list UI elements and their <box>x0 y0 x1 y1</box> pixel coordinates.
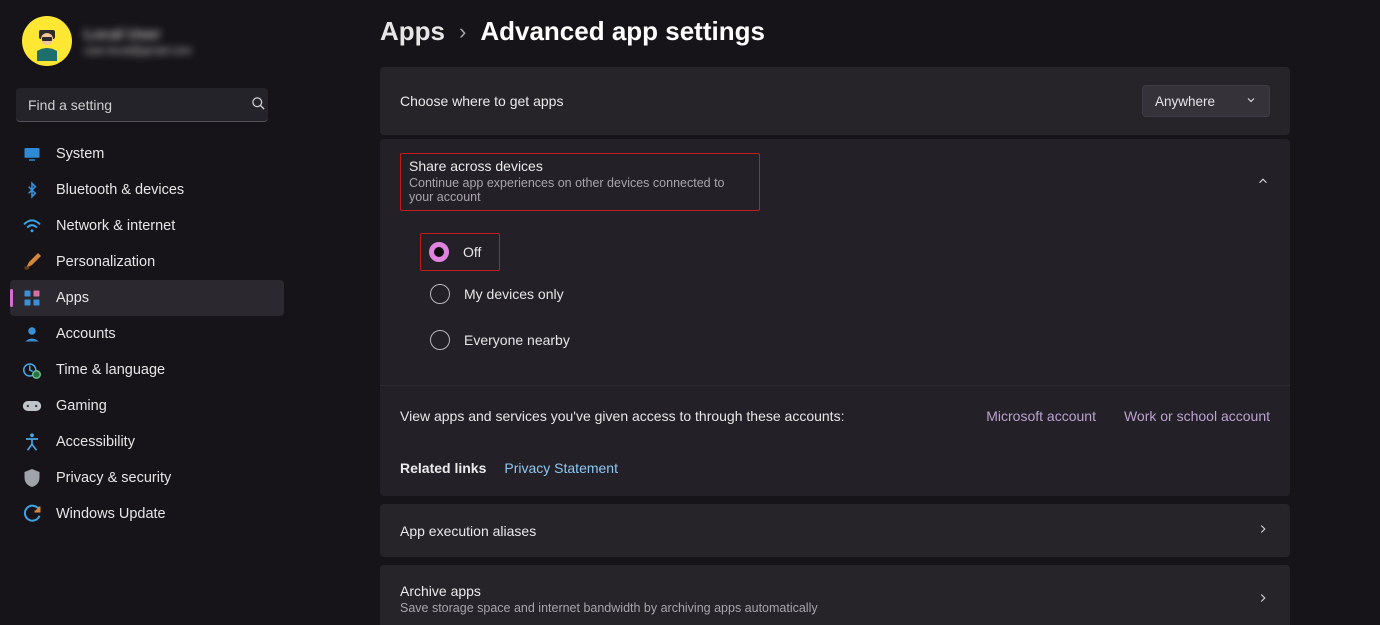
sidebar-nav: System Bluetooth & devices Network & int… <box>10 136 284 532</box>
sidebar-item-label: Time & language <box>56 362 165 378</box>
chevron-up-icon <box>1256 174 1270 191</box>
share-option-my-devices[interactable]: My devices only <box>420 271 1290 317</box>
dropdown-value: Anywhere <box>1155 94 1215 109</box>
share-option-everyone[interactable]: Everyone nearby <box>420 317 1290 363</box>
chevron-right-icon <box>1256 522 1270 539</box>
update-icon <box>22 504 42 524</box>
sidebar-item-bluetooth[interactable]: Bluetooth & devices <box>10 172 284 208</box>
shield-icon <box>22 468 42 488</box>
microsoft-account-link[interactable]: Microsoft account <box>986 408 1096 424</box>
sidebar-item-accessibility[interactable]: Accessibility <box>10 424 284 460</box>
related-links-row: Related links Privacy Statement <box>380 446 1290 496</box>
share-title: Share across devices <box>409 158 751 174</box>
related-label: Related links <box>400 460 486 476</box>
accessibility-icon <box>22 432 42 452</box>
user-name: Local User <box>84 26 192 43</box>
sidebar-item-privacy[interactable]: Privacy & security <box>10 460 284 496</box>
sidebar-item-label: Apps <box>56 290 89 306</box>
share-expander-header[interactable]: Share across devices Continue app experi… <box>380 139 1290 225</box>
sidebar-item-label: Accessibility <box>56 434 135 450</box>
avatar <box>22 16 72 66</box>
app-execution-aliases-card[interactable]: App execution aliases <box>380 504 1290 557</box>
sidebar-item-label: Network & internet <box>56 218 175 234</box>
wifi-icon <box>22 216 42 236</box>
archive-desc: Save storage space and internet bandwidt… <box>400 601 1256 615</box>
user-email: user.local@gmail.com <box>84 45 192 57</box>
user-block[interactable]: Local User user.local@gmail.com <box>16 10 284 84</box>
share-desc: Continue app experiences on other device… <box>409 176 751 204</box>
breadcrumb: Apps › Advanced app settings <box>380 16 1290 47</box>
access-row: View apps and services you've given acce… <box>380 385 1290 446</box>
chevron-down-icon <box>1245 94 1257 109</box>
radio-icon <box>429 242 449 262</box>
breadcrumb-root[interactable]: Apps <box>380 16 445 47</box>
settings-sidebar: Local User user.local@gmail.com System B… <box>0 0 300 625</box>
apps-icon <box>22 288 42 308</box>
aliases-title: App execution aliases <box>400 523 1256 539</box>
search-input[interactable] <box>16 88 268 122</box>
archive-apps-card[interactable]: Archive apps Save storage space and inte… <box>380 565 1290 625</box>
sidebar-item-personalization[interactable]: Personalization <box>10 244 284 280</box>
privacy-statement-link[interactable]: Privacy Statement <box>504 460 618 476</box>
sidebar-item-accounts[interactable]: Accounts <box>10 316 284 352</box>
radio-label: Everyone nearby <box>464 332 570 348</box>
sidebar-item-label: System <box>56 146 104 162</box>
content-area: Apps › Advanced app settings Choose wher… <box>300 0 1380 625</box>
radio-label: My devices only <box>464 286 564 302</box>
sidebar-item-label: Accounts <box>56 326 116 342</box>
clock-globe-icon <box>22 360 42 380</box>
sidebar-item-label: Privacy & security <box>56 470 171 486</box>
sidebar-item-label: Personalization <box>56 254 155 270</box>
display-icon <box>22 144 42 164</box>
chevron-right-icon: › <box>459 19 466 45</box>
work-school-account-link[interactable]: Work or school account <box>1124 408 1270 424</box>
gamepad-icon <box>22 396 42 416</box>
sidebar-item-label: Gaming <box>56 398 107 414</box>
sidebar-item-label: Windows Update <box>56 506 166 522</box>
share-across-devices-card: Share across devices Continue app experi… <box>380 139 1290 496</box>
app-source-dropdown[interactable]: Anywhere <box>1142 85 1270 117</box>
sidebar-item-network[interactable]: Network & internet <box>10 208 284 244</box>
share-option-off[interactable]: Off <box>420 233 500 271</box>
sidebar-item-system[interactable]: System <box>10 136 284 172</box>
sidebar-item-time-language[interactable]: Time & language <box>10 352 284 388</box>
sidebar-item-gaming[interactable]: Gaming <box>10 388 284 424</box>
app-source-title: Choose where to get apps <box>400 93 1126 109</box>
brush-icon <box>22 252 42 272</box>
sidebar-item-update[interactable]: Windows Update <box>10 496 284 532</box>
search-wrap <box>16 88 284 122</box>
person-icon <box>22 324 42 344</box>
sidebar-item-apps[interactable]: Apps <box>10 280 284 316</box>
radio-label: Off <box>463 244 481 260</box>
radio-icon <box>430 284 450 304</box>
bluetooth-icon <box>22 180 42 200</box>
app-source-card: Choose where to get apps Anywhere <box>380 67 1290 135</box>
share-radio-group: Off My devices only Everyone nearby <box>380 225 1290 385</box>
radio-icon <box>430 330 450 350</box>
archive-title: Archive apps <box>400 583 1256 599</box>
chevron-right-icon <box>1256 591 1270 608</box>
access-text: View apps and services you've given acce… <box>400 408 844 424</box>
sidebar-item-label: Bluetooth & devices <box>56 182 184 198</box>
page-title: Advanced app settings <box>480 16 765 47</box>
